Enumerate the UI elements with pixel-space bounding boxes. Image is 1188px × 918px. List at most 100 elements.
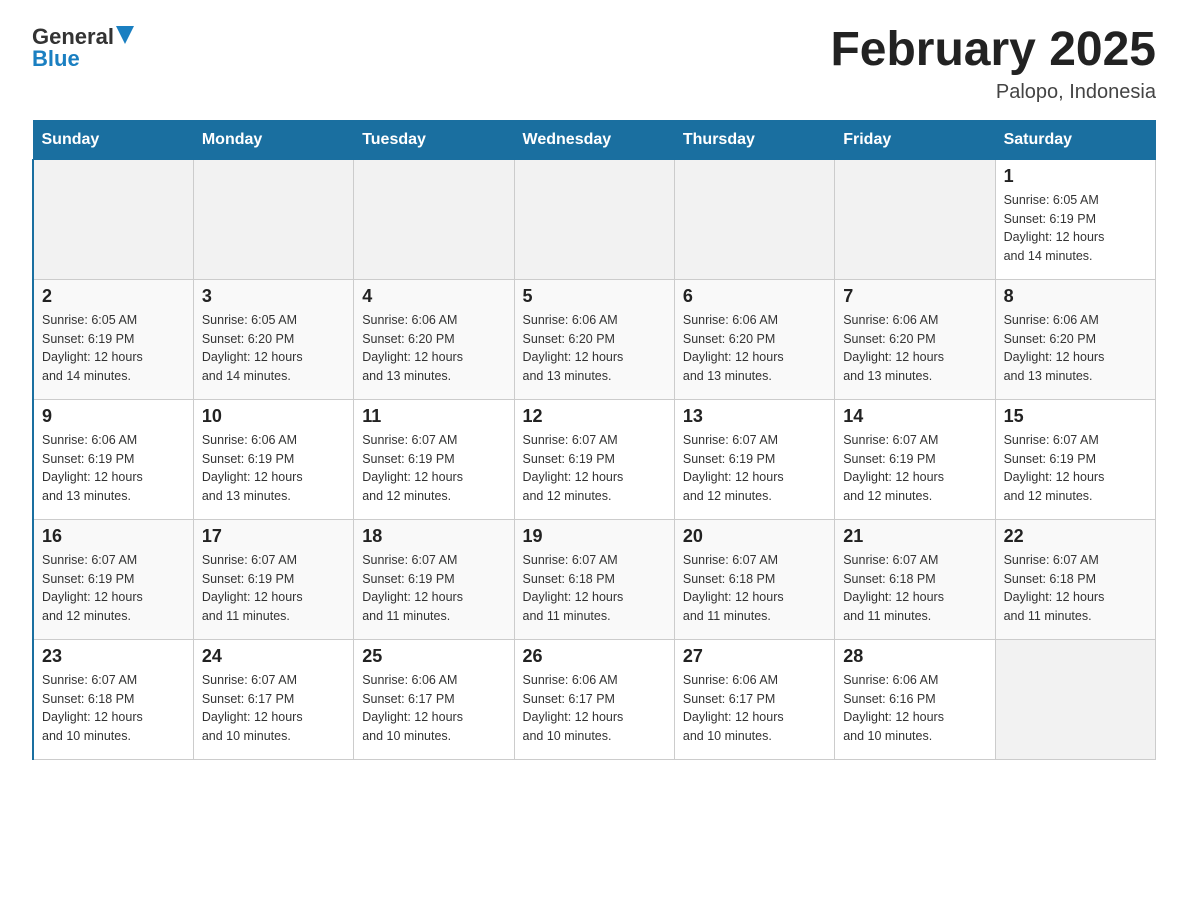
calendar-cell: 4 Sunrise: 6:06 AM Sunset: 6:20 PM Daylig… bbox=[354, 279, 514, 399]
day-number: 11 bbox=[362, 406, 505, 427]
day-number: 10 bbox=[202, 406, 345, 427]
calendar-header: Sunday Monday Tuesday Wednesday Thursday… bbox=[33, 120, 1156, 159]
day-info: Sunrise: 6:07 AM Sunset: 6:18 PM Dayligh… bbox=[523, 551, 666, 626]
day-number: 12 bbox=[523, 406, 666, 427]
day-number: 25 bbox=[362, 646, 505, 667]
day-info: Sunrise: 6:06 AM Sunset: 6:20 PM Dayligh… bbox=[1004, 311, 1147, 386]
calendar-cell bbox=[674, 159, 834, 279]
day-number: 7 bbox=[843, 286, 986, 307]
calendar-week-4: 23 Sunrise: 6:07 AM Sunset: 6:18 PM Dayli… bbox=[33, 639, 1156, 759]
calendar-week-0: 1Sunrise: 6:05 AM Sunset: 6:19 PM Daylig… bbox=[33, 159, 1156, 279]
calendar-cell: 11 Sunrise: 6:07 AM Sunset: 6:19 PM Dayli… bbox=[354, 399, 514, 519]
calendar-week-1: 2 Sunrise: 6:05 AM Sunset: 6:19 PM Daylig… bbox=[33, 279, 1156, 399]
title-block: February 2025 Palopo, Indonesia bbox=[830, 24, 1156, 104]
day-info: Sunrise: 6:06 AM Sunset: 6:19 PM Dayligh… bbox=[202, 431, 345, 506]
day-number: 18 bbox=[362, 526, 505, 547]
day-info: Sunrise: 6:06 AM Sunset: 6:20 PM Dayligh… bbox=[683, 311, 826, 386]
calendar-week-2: 9Sunrise: 6:06 AM Sunset: 6:19 PM Daylig… bbox=[33, 399, 1156, 519]
day-info: Sunrise: 6:07 AM Sunset: 6:18 PM Dayligh… bbox=[1004, 551, 1147, 626]
day-number: 26 bbox=[523, 646, 666, 667]
header-thursday: Thursday bbox=[674, 120, 834, 159]
day-info: Sunrise: 6:07 AM Sunset: 6:18 PM Dayligh… bbox=[42, 671, 185, 746]
day-info: Sunrise: 6:07 AM Sunset: 6:19 PM Dayligh… bbox=[362, 551, 505, 626]
day-number: 14 bbox=[843, 406, 986, 427]
calendar-cell: 17Sunrise: 6:07 AM Sunset: 6:19 PM Dayli… bbox=[193, 519, 353, 639]
day-number: 24 bbox=[202, 646, 345, 667]
calendar-cell bbox=[33, 159, 193, 279]
day-info: Sunrise: 6:06 AM Sunset: 6:20 PM Dayligh… bbox=[843, 311, 986, 386]
day-info: Sunrise: 6:07 AM Sunset: 6:19 PM Dayligh… bbox=[683, 431, 826, 506]
calendar-cell: 21 Sunrise: 6:07 AM Sunset: 6:18 PM Dayli… bbox=[835, 519, 995, 639]
calendar-cell bbox=[514, 159, 674, 279]
calendar-cell: 25 Sunrise: 6:06 AM Sunset: 6:17 PM Dayli… bbox=[354, 639, 514, 759]
day-info: Sunrise: 6:07 AM Sunset: 6:18 PM Dayligh… bbox=[843, 551, 986, 626]
day-info: Sunrise: 6:07 AM Sunset: 6:19 PM Dayligh… bbox=[42, 551, 185, 626]
calendar-cell: 24 Sunrise: 6:07 AM Sunset: 6:17 PM Dayli… bbox=[193, 639, 353, 759]
day-number: 4 bbox=[362, 286, 505, 307]
day-info: Sunrise: 6:07 AM Sunset: 6:19 PM Dayligh… bbox=[362, 431, 505, 506]
day-number: 17 bbox=[202, 526, 345, 547]
day-info: Sunrise: 6:06 AM Sunset: 6:20 PM Dayligh… bbox=[362, 311, 505, 386]
location-title: Palopo, Indonesia bbox=[830, 81, 1156, 104]
day-info: Sunrise: 6:07 AM Sunset: 6:19 PM Dayligh… bbox=[843, 431, 986, 506]
calendar-cell: 2 Sunrise: 6:05 AM Sunset: 6:19 PM Daylig… bbox=[33, 279, 193, 399]
day-number: 2 bbox=[42, 286, 185, 307]
day-number: 21 bbox=[843, 526, 986, 547]
header-row: Sunday Monday Tuesday Wednesday Thursday… bbox=[33, 120, 1156, 159]
day-number: 16 bbox=[42, 526, 185, 547]
calendar-cell: 9Sunrise: 6:06 AM Sunset: 6:19 PM Daylig… bbox=[33, 399, 193, 519]
calendar-cell: 26 Sunrise: 6:06 AM Sunset: 6:17 PM Dayli… bbox=[514, 639, 674, 759]
day-info: Sunrise: 6:05 AM Sunset: 6:19 PM Dayligh… bbox=[1004, 191, 1147, 266]
calendar-cell: 19 Sunrise: 6:07 AM Sunset: 6:18 PM Dayli… bbox=[514, 519, 674, 639]
calendar-cell: 18 Sunrise: 6:07 AM Sunset: 6:19 PM Dayli… bbox=[354, 519, 514, 639]
day-number: 13 bbox=[683, 406, 826, 427]
calendar-cell bbox=[835, 159, 995, 279]
day-info: Sunrise: 6:06 AM Sunset: 6:16 PM Dayligh… bbox=[843, 671, 986, 746]
logo-blue: Blue bbox=[32, 46, 80, 72]
calendar-cell bbox=[354, 159, 514, 279]
day-number: 22 bbox=[1004, 526, 1147, 547]
day-number: 19 bbox=[523, 526, 666, 547]
day-number: 6 bbox=[683, 286, 826, 307]
calendar-cell: 8Sunrise: 6:06 AM Sunset: 6:20 PM Daylig… bbox=[995, 279, 1155, 399]
calendar-table: Sunday Monday Tuesday Wednesday Thursday… bbox=[32, 120, 1156, 760]
calendar-cell: 10 Sunrise: 6:06 AM Sunset: 6:19 PM Dayli… bbox=[193, 399, 353, 519]
logo-triangle-icon bbox=[116, 26, 134, 44]
day-info: Sunrise: 6:05 AM Sunset: 6:19 PM Dayligh… bbox=[42, 311, 185, 386]
calendar-cell: 27Sunrise: 6:06 AM Sunset: 6:17 PM Dayli… bbox=[674, 639, 834, 759]
header-friday: Friday bbox=[835, 120, 995, 159]
calendar-cell bbox=[995, 639, 1155, 759]
day-number: 15 bbox=[1004, 406, 1147, 427]
day-info: Sunrise: 6:06 AM Sunset: 6:19 PM Dayligh… bbox=[42, 431, 185, 506]
calendar-cell: 3 Sunrise: 6:05 AM Sunset: 6:20 PM Daylig… bbox=[193, 279, 353, 399]
day-info: Sunrise: 6:06 AM Sunset: 6:17 PM Dayligh… bbox=[362, 671, 505, 746]
day-number: 3 bbox=[202, 286, 345, 307]
day-info: Sunrise: 6:06 AM Sunset: 6:20 PM Dayligh… bbox=[523, 311, 666, 386]
calendar-cell: 1Sunrise: 6:05 AM Sunset: 6:19 PM Daylig… bbox=[995, 159, 1155, 279]
calendar-cell: 13 Sunrise: 6:07 AM Sunset: 6:19 PM Dayli… bbox=[674, 399, 834, 519]
day-info: Sunrise: 6:07 AM Sunset: 6:17 PM Dayligh… bbox=[202, 671, 345, 746]
page-header: General Blue February 2025 Palopo, Indon… bbox=[32, 24, 1156, 104]
calendar-cell: 15Sunrise: 6:07 AM Sunset: 6:19 PM Dayli… bbox=[995, 399, 1155, 519]
day-number: 20 bbox=[683, 526, 826, 547]
calendar-body: 1Sunrise: 6:05 AM Sunset: 6:19 PM Daylig… bbox=[33, 159, 1156, 759]
day-info: Sunrise: 6:06 AM Sunset: 6:17 PM Dayligh… bbox=[683, 671, 826, 746]
header-tuesday: Tuesday bbox=[354, 120, 514, 159]
header-monday: Monday bbox=[193, 120, 353, 159]
header-saturday: Saturday bbox=[995, 120, 1155, 159]
calendar-cell bbox=[193, 159, 353, 279]
logo: General Blue bbox=[32, 24, 134, 72]
calendar-cell: 20 Sunrise: 6:07 AM Sunset: 6:18 PM Dayli… bbox=[674, 519, 834, 639]
calendar-cell: 28 Sunrise: 6:06 AM Sunset: 6:16 PM Dayli… bbox=[835, 639, 995, 759]
day-info: Sunrise: 6:07 AM Sunset: 6:19 PM Dayligh… bbox=[523, 431, 666, 506]
day-number: 23 bbox=[42, 646, 185, 667]
calendar-cell: 7 Sunrise: 6:06 AM Sunset: 6:20 PM Daylig… bbox=[835, 279, 995, 399]
day-info: Sunrise: 6:07 AM Sunset: 6:18 PM Dayligh… bbox=[683, 551, 826, 626]
day-info: Sunrise: 6:05 AM Sunset: 6:20 PM Dayligh… bbox=[202, 311, 345, 386]
calendar-week-3: 16 Sunrise: 6:07 AM Sunset: 6:19 PM Dayli… bbox=[33, 519, 1156, 639]
calendar-cell: 12 Sunrise: 6:07 AM Sunset: 6:19 PM Dayli… bbox=[514, 399, 674, 519]
header-sunday: Sunday bbox=[33, 120, 193, 159]
calendar-cell: 6 Sunrise: 6:06 AM Sunset: 6:20 PM Daylig… bbox=[674, 279, 834, 399]
day-number: 28 bbox=[843, 646, 986, 667]
day-info: Sunrise: 6:06 AM Sunset: 6:17 PM Dayligh… bbox=[523, 671, 666, 746]
